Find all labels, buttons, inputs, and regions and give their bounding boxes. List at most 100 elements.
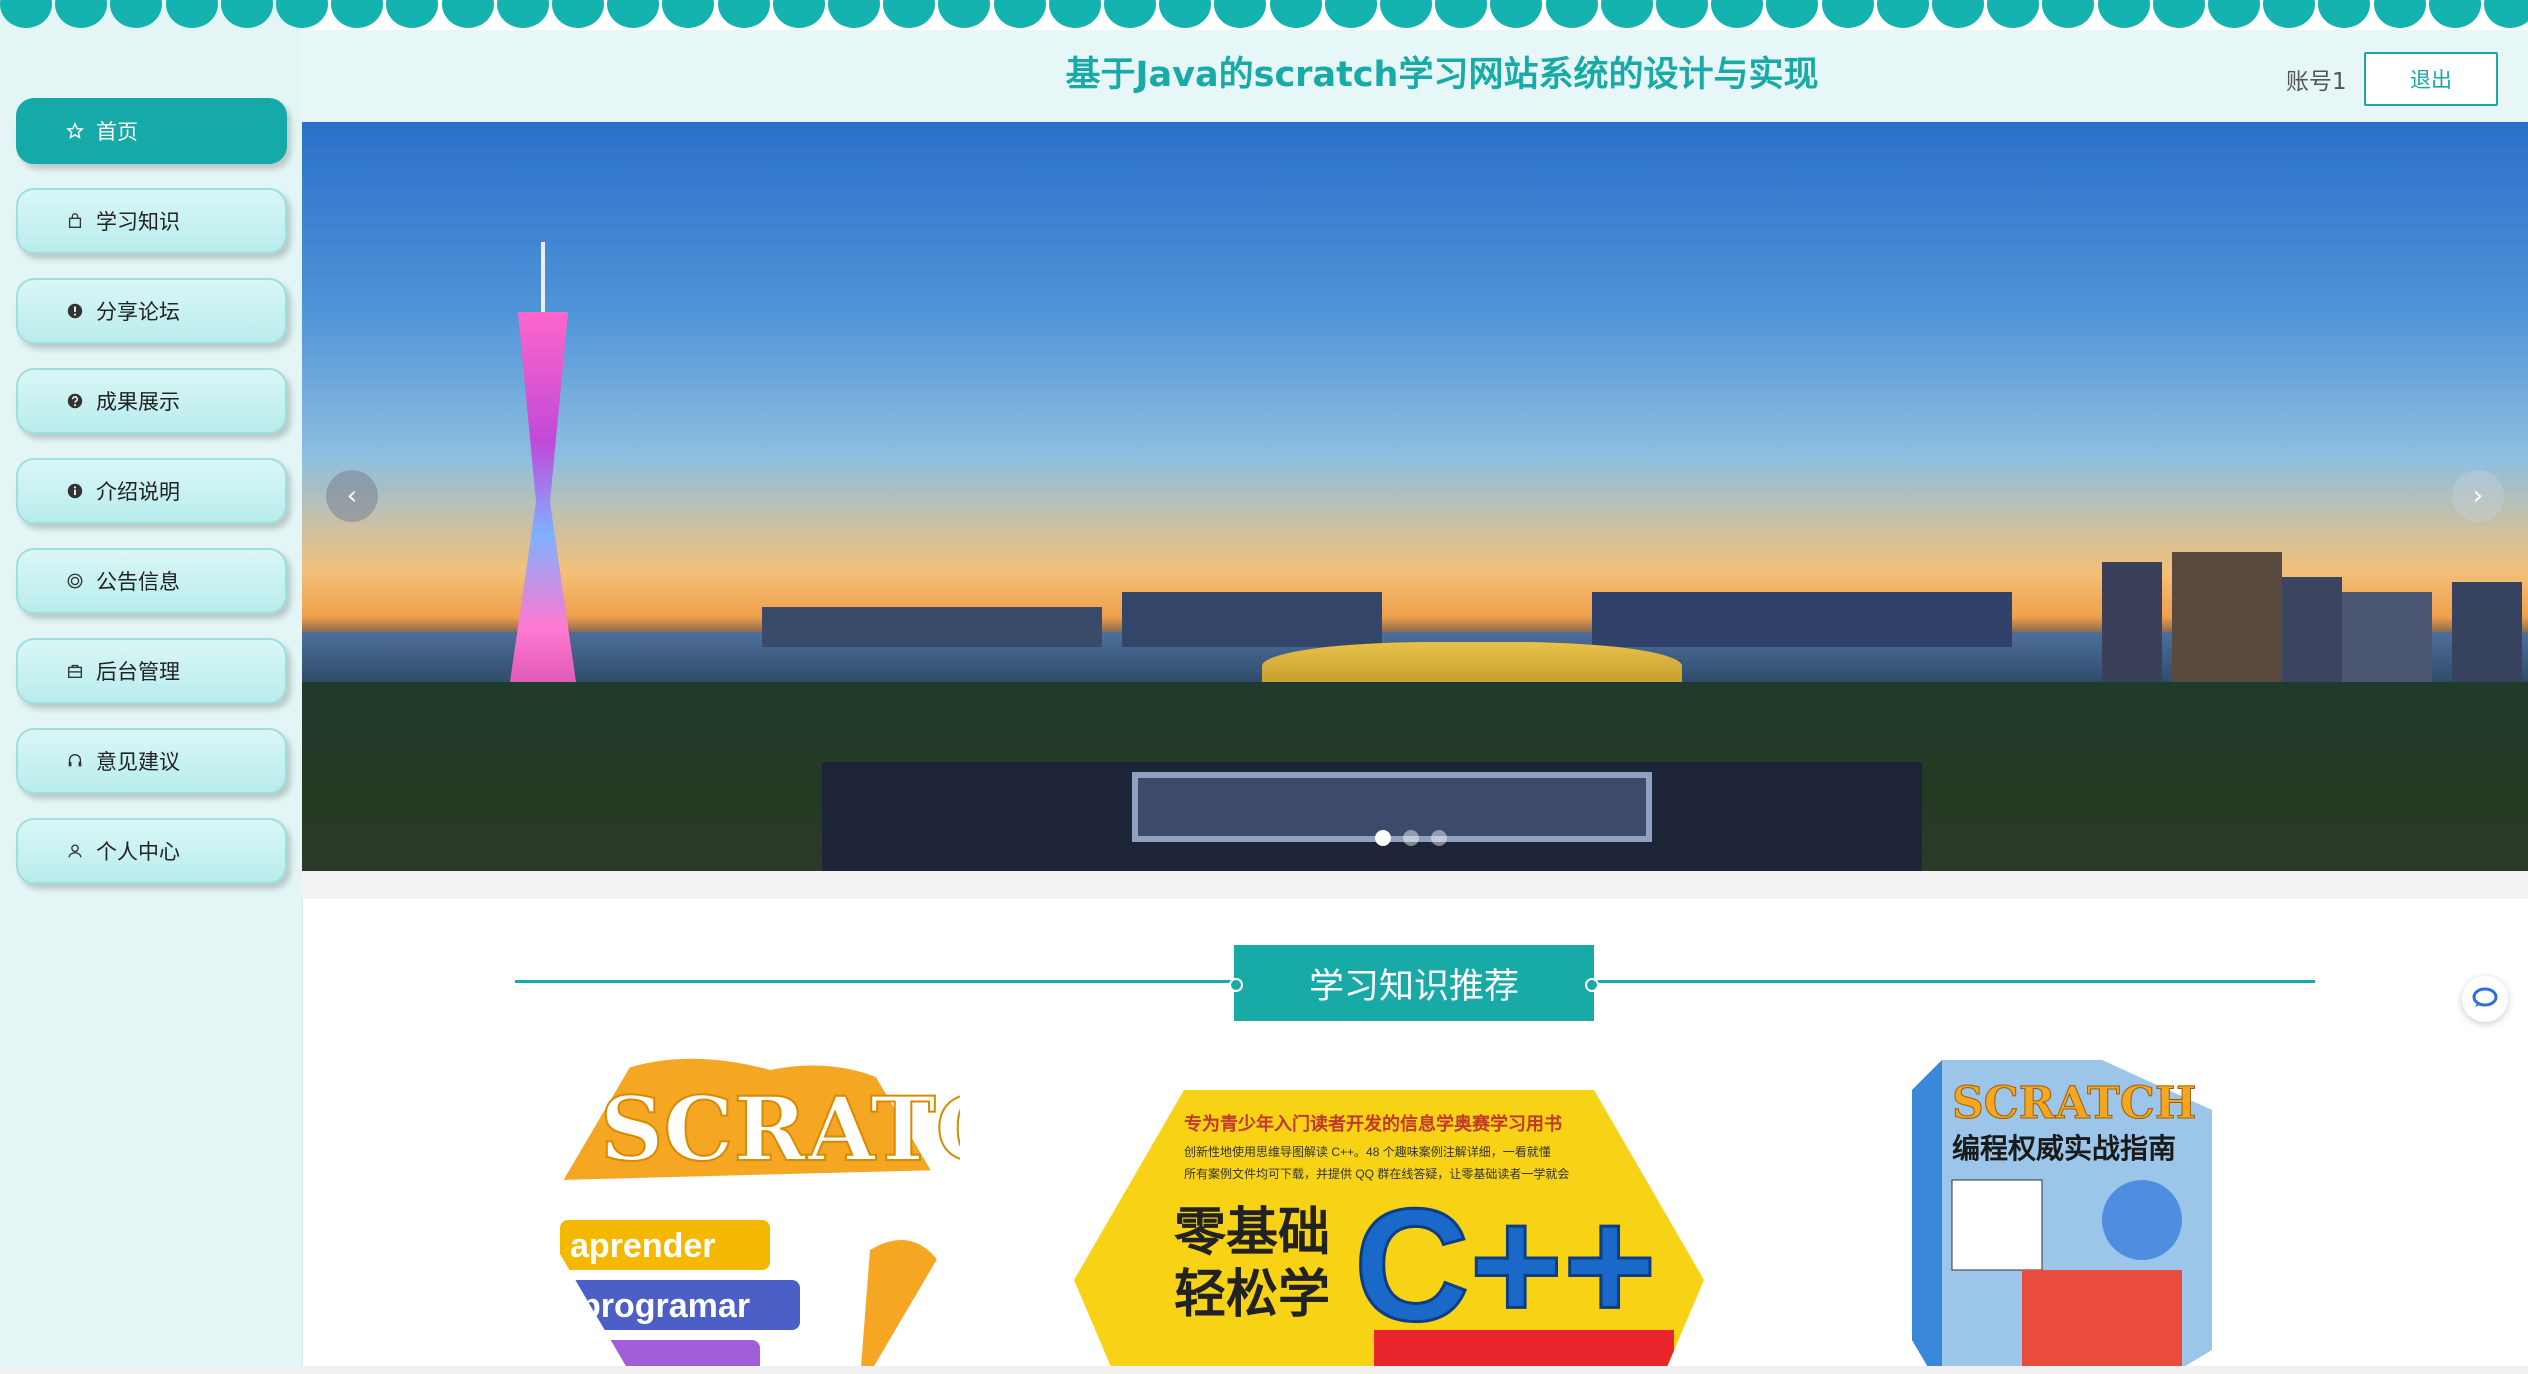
bag-icon [64, 210, 86, 232]
scallop [883, 0, 935, 28]
card-headline: 专为青少年入门读者开发的信息学奥赛学习用书 [1184, 1113, 1562, 1134]
scallop [773, 0, 825, 28]
section-title: 学习知识推荐 [1308, 966, 1519, 1007]
scallop [2098, 0, 2150, 28]
scallop [221, 0, 273, 28]
scallop [1656, 0, 1708, 28]
page-title: 基于Java的scratch学习网站系统的设计与实现 [1065, 55, 1819, 95]
sidebar-item-label: 后台管理 [96, 660, 180, 684]
sidebar-item-forum[interactable]: 分享论坛 [16, 278, 287, 344]
question-circle-icon [64, 390, 86, 412]
sidebar-item-notices[interactable]: 公告信息 [16, 548, 287, 614]
scallop [2153, 0, 2205, 28]
carousel-dot[interactable] [1375, 830, 1391, 846]
card-subtitle: 编程权威实战指南 [1952, 1132, 2176, 1165]
target-icon [64, 570, 86, 592]
tower-illustration [498, 242, 588, 802]
sidebar-item-showcase[interactable]: 成果展示 [16, 368, 287, 434]
scallop [1270, 0, 1322, 28]
scallop [718, 0, 770, 28]
scallop [1766, 0, 1818, 28]
header: 基于Java的scratch学习网站系统的设计与实现 [302, 30, 2528, 122]
scallop [938, 0, 990, 28]
alert-circle-icon [64, 300, 86, 322]
scallop [1546, 0, 1598, 28]
card-big-text: C++ [1354, 1175, 1656, 1354]
sidebar-item-admin[interactable]: 后台管理 [16, 638, 287, 704]
card-title: 轻松学 [1174, 1265, 1330, 1325]
sidebar-item-learning[interactable]: 学习知识 [16, 188, 287, 254]
section-divider [515, 980, 1240, 983]
scallop [1380, 0, 1432, 28]
scallop [1601, 0, 1653, 28]
scallop [497, 0, 549, 28]
recommend-card[interactable]: SCRATCH 编程权威实战指南 [1912, 1050, 2222, 1374]
scallop [607, 0, 659, 28]
card-title: 零基础 [1174, 1203, 1330, 1263]
carousel-prev-button[interactable]: ‹ [326, 470, 378, 522]
card-logo-text: SCRATCH [1952, 1078, 2196, 1129]
scallop [2318, 0, 2370, 28]
carousel-indicators [1375, 830, 1447, 846]
scallop [2263, 0, 2315, 28]
scallop [2042, 0, 2094, 28]
logout-button[interactable]: 退出 [2364, 52, 2498, 106]
scallop [828, 0, 880, 28]
recommend-card[interactable]: SCRATCH aprender programar [540, 1050, 960, 1374]
scallop [1877, 0, 1929, 28]
sidebar-item-profile[interactable]: 个人中心 [16, 818, 287, 884]
scallop [1435, 0, 1487, 28]
sidebar-item-label: 介绍说明 [96, 480, 180, 504]
scallop [1325, 0, 1377, 28]
card-subtitle: programar [580, 1287, 750, 1325]
account-name: 账号1 [2286, 69, 2347, 95]
scallop [1822, 0, 1874, 28]
scallop [1049, 0, 1101, 28]
section-title-box: 学习知识推荐 [1229, 945, 1599, 1021]
briefcase-icon [64, 660, 86, 682]
scallop [2429, 0, 2481, 28]
scalloped-border [0, 0, 2528, 30]
headset-icon [64, 750, 86, 772]
scallop [276, 0, 328, 28]
scallop [1214, 0, 1266, 28]
star-icon [64, 120, 86, 142]
sidebar-item-intro[interactable]: 介绍说明 [16, 458, 287, 524]
floating-assistant-button[interactable] [2462, 976, 2508, 1022]
scallop [1932, 0, 1984, 28]
scallop [2484, 0, 2528, 28]
sidebar-item-feedback[interactable]: 意见建议 [16, 728, 287, 794]
scallop [386, 0, 438, 28]
sidebar-item-home[interactable]: 首页 [16, 98, 287, 164]
chat-icon [2472, 984, 2498, 1014]
user-icon [64, 840, 86, 862]
card-subtitle: aprender [570, 1227, 716, 1265]
card-logo-text: SCRATCH [600, 1077, 960, 1181]
scallop [442, 0, 494, 28]
carousel-dot[interactable] [1403, 830, 1419, 846]
scallop [166, 0, 218, 28]
scallop [1711, 0, 1763, 28]
scallop [331, 0, 383, 28]
scallop [0, 0, 52, 28]
scallop [662, 0, 714, 28]
sidebar-item-label: 成果展示 [96, 390, 180, 414]
recommend-card[interactable]: 专为青少年入门读者开发的信息学奥赛学习用书 创新性地使用思维导图解读 C++。4… [1074, 1050, 1704, 1374]
scallop [1104, 0, 1156, 28]
sidebar-item-label: 公告信息 [96, 570, 180, 594]
carousel-dot[interactable] [1431, 830, 1447, 846]
scallop [2374, 0, 2426, 28]
sidebar-item-label: 分享论坛 [96, 300, 180, 324]
info-circle-icon [64, 480, 86, 502]
scallop [552, 0, 604, 28]
banner-carousel: ‹ › [302, 122, 2528, 871]
scallop [2208, 0, 2260, 28]
sidebar-item-label: 意见建议 [96, 750, 180, 774]
section-divider [1590, 980, 2315, 983]
scallop [994, 0, 1046, 28]
scallop [55, 0, 107, 28]
sidebar-item-label: 个人中心 [96, 840, 180, 864]
sidebar-item-label: 首页 [96, 120, 138, 144]
scallop [110, 0, 162, 28]
carousel-next-button[interactable]: › [2452, 470, 2504, 522]
